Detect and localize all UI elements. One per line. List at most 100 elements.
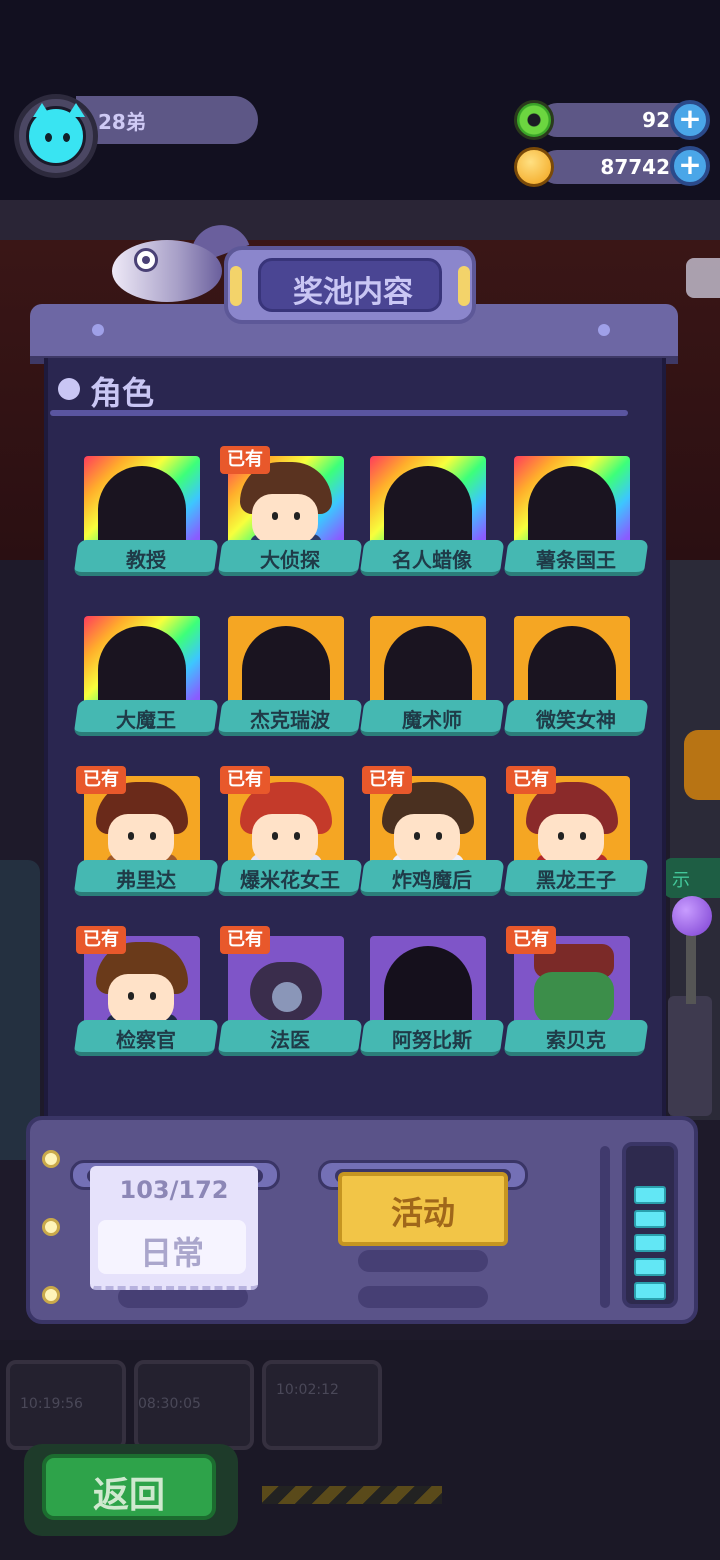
daily-tab-button[interactable]: 日常 — [98, 1220, 246, 1274]
character-eye — [294, 512, 300, 520]
coin-currency-value: 87742 — [600, 155, 670, 179]
character-eye — [272, 832, 278, 840]
panel-title-plate: 奖池内容 — [224, 246, 476, 324]
event-tab-button[interactable]: 活动 — [338, 1172, 508, 1246]
fish-eye — [134, 248, 158, 272]
character-name: 法医 — [270, 1028, 310, 1052]
character-card[interactable]: 大魔王 — [73, 616, 219, 744]
background-screen-3 — [262, 1360, 382, 1450]
event-pill-shadow — [358, 1286, 488, 1308]
character-eye — [128, 832, 134, 840]
character-card[interactable]: 微笑女神 — [503, 616, 649, 744]
daily-tab-label: 日常 — [139, 1234, 204, 1272]
character-card[interactable]: 爆米花女王 已有 — [217, 766, 363, 904]
background-timer-1: 10:19:56 — [20, 1396, 83, 1412]
event-pill-shadow — [358, 1250, 488, 1272]
character-card[interactable]: 检察官 已有 — [73, 926, 219, 1064]
fish-body — [112, 240, 222, 302]
character-face-icon — [394, 814, 460, 864]
character-card[interactable]: 名人蜡像 — [359, 456, 505, 584]
character-eye — [414, 832, 420, 840]
background-green-tag-text: 示 — [672, 870, 690, 891]
panel-title-inner: 奖池内容 — [258, 258, 442, 312]
event-tab-label: 活动 — [390, 1194, 455, 1232]
character-face-icon — [108, 814, 174, 864]
character-eye — [128, 992, 134, 1000]
daily-pool-card[interactable]: 103/172 日常 — [90, 1166, 258, 1290]
energy-gauge — [622, 1142, 678, 1308]
character-name: 检察官 — [116, 1028, 176, 1052]
character-name: 杰克瑞波 — [250, 708, 330, 732]
character-name: 黑龙王子 — [536, 868, 616, 892]
back-button-label: 返回 — [92, 1475, 165, 1516]
planet-coin-icon — [514, 147, 554, 187]
character-name: 大侦探 — [260, 548, 320, 572]
bolt — [42, 1286, 60, 1304]
back-button[interactable]: 返回 — [24, 1444, 238, 1536]
lever-knob[interactable] — [672, 896, 712, 936]
character-name: 索贝克 — [546, 1028, 606, 1052]
character-name: 薯条国王 — [536, 548, 616, 572]
section-title: 角色 — [90, 374, 155, 412]
gauge-segment — [634, 1258, 666, 1276]
character-name: 弗里达 — [116, 868, 176, 892]
hazard-stripe — [262, 1486, 442, 1504]
owned-badge: 已有 — [362, 766, 412, 794]
character-name: 微笑女神 — [536, 708, 616, 732]
character-eye — [580, 832, 586, 840]
cat-avatar-icon — [26, 103, 86, 166]
character-card[interactable]: 杰克瑞波 — [217, 616, 363, 744]
section-divider — [50, 410, 628, 416]
daily-progress: 103/172 — [119, 1176, 229, 1204]
character-name: 魔术师 — [402, 708, 462, 732]
owned-badge: 已有 — [220, 446, 270, 474]
character-eye — [294, 832, 300, 840]
owned-badge: 已有 — [506, 926, 556, 954]
rivet — [598, 324, 610, 336]
background-orange-object — [684, 730, 720, 800]
back-button-face: 返回 — [42, 1454, 216, 1520]
character-card[interactable]: 魔术师 — [359, 616, 505, 744]
gauge-segment — [634, 1282, 666, 1300]
character-name: 爆米花女王 — [240, 868, 340, 892]
character-eye — [558, 832, 564, 840]
bolt — [42, 1218, 60, 1236]
character-card[interactable]: 法医 已有 — [217, 926, 363, 1064]
fish-decoration — [112, 216, 250, 302]
lever-base — [668, 996, 712, 1116]
character-name: 教授 — [126, 548, 166, 572]
character-card[interactable]: 大侦探 已有 — [217, 446, 363, 584]
avatar[interactable] — [14, 94, 98, 178]
character-card[interactable]: 教授 — [73, 456, 219, 584]
donut-icon — [514, 100, 554, 140]
character-name: 阿努比斯 — [392, 1028, 472, 1052]
background-green-tag: 示 — [664, 858, 720, 898]
character-face-icon — [538, 814, 604, 864]
character-card[interactable]: 薯条国王 — [503, 456, 649, 584]
character-card[interactable]: 炸鸡魔后 已有 — [359, 766, 505, 904]
owned-badge: 已有 — [76, 766, 126, 794]
add-coin-button[interactable]: + — [670, 146, 710, 186]
character-card[interactable]: 阿努比斯 — [359, 936, 505, 1064]
bolt — [42, 1150, 60, 1168]
character-card[interactable]: 索贝克 已有 — [503, 926, 649, 1064]
background-timer-3: 10:02:12 — [276, 1382, 339, 1398]
character-card[interactable]: 黑龙王子 已有 — [503, 766, 649, 904]
cat-eye-right — [63, 133, 70, 142]
character-face-icon — [108, 974, 174, 1024]
section-bullet-icon — [58, 378, 80, 400]
settings-peek-icon[interactable] — [686, 258, 720, 298]
character-eye — [436, 832, 442, 840]
panel-title: 奖池内容 — [293, 275, 413, 310]
crocodile-face-icon — [534, 972, 614, 1024]
gauge-rail — [600, 1146, 610, 1308]
character-name: 炸鸡魔后 — [392, 868, 472, 892]
gauge-segment — [634, 1186, 666, 1204]
character-eye — [150, 832, 156, 840]
add-donut-button[interactable]: + — [670, 100, 710, 140]
character-name: 大魔王 — [116, 708, 176, 732]
owned-badge: 已有 — [220, 766, 270, 794]
owned-badge: 已有 — [220, 926, 270, 954]
character-eye — [272, 512, 278, 520]
character-card[interactable]: 弗里达 已有 — [73, 766, 219, 904]
